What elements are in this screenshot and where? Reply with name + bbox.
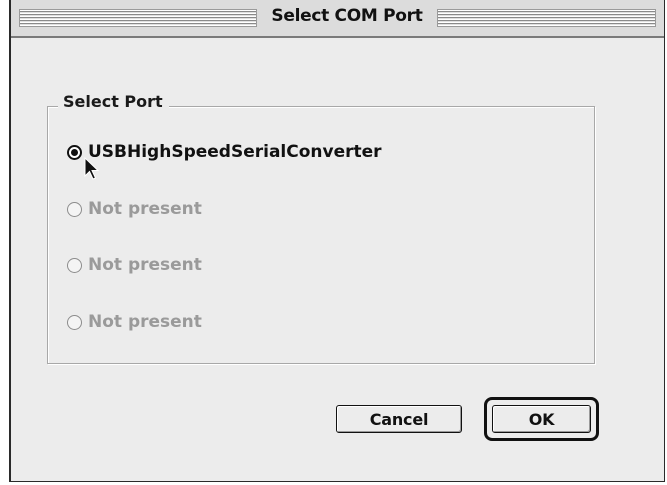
ok-button[interactable]: OK	[492, 405, 591, 433]
port-option-label: Not present	[88, 255, 202, 275]
port-option-usb[interactable]: USBHighSpeedSerialConverter	[67, 140, 382, 164]
title-bar[interactable]: Select COM Port	[11, 0, 664, 38]
radio-unselected-icon	[67, 201, 82, 217]
port-option-not-present-1: Not present	[67, 197, 202, 221]
title-bar-stripes-right	[437, 9, 656, 27]
port-option-label: Not present	[88, 312, 202, 332]
port-option-label: Not present	[88, 199, 202, 219]
port-option-not-present-2: Not present	[67, 253, 202, 277]
radio-selected-icon[interactable]	[67, 144, 82, 160]
radio-unselected-icon	[67, 314, 82, 330]
cancel-button[interactable]: Cancel	[336, 405, 462, 433]
radio-unselected-icon	[67, 257, 82, 273]
port-option-label: USBHighSpeedSerialConverter	[88, 142, 382, 162]
port-option-not-present-3: Not present	[67, 310, 202, 334]
title-bar-stripes-left	[19, 9, 257, 27]
dialog-title: Select COM Port	[271, 6, 423, 26]
select-port-legend: Select Port	[58, 92, 169, 111]
arrow-pointer-icon	[84, 157, 100, 180]
